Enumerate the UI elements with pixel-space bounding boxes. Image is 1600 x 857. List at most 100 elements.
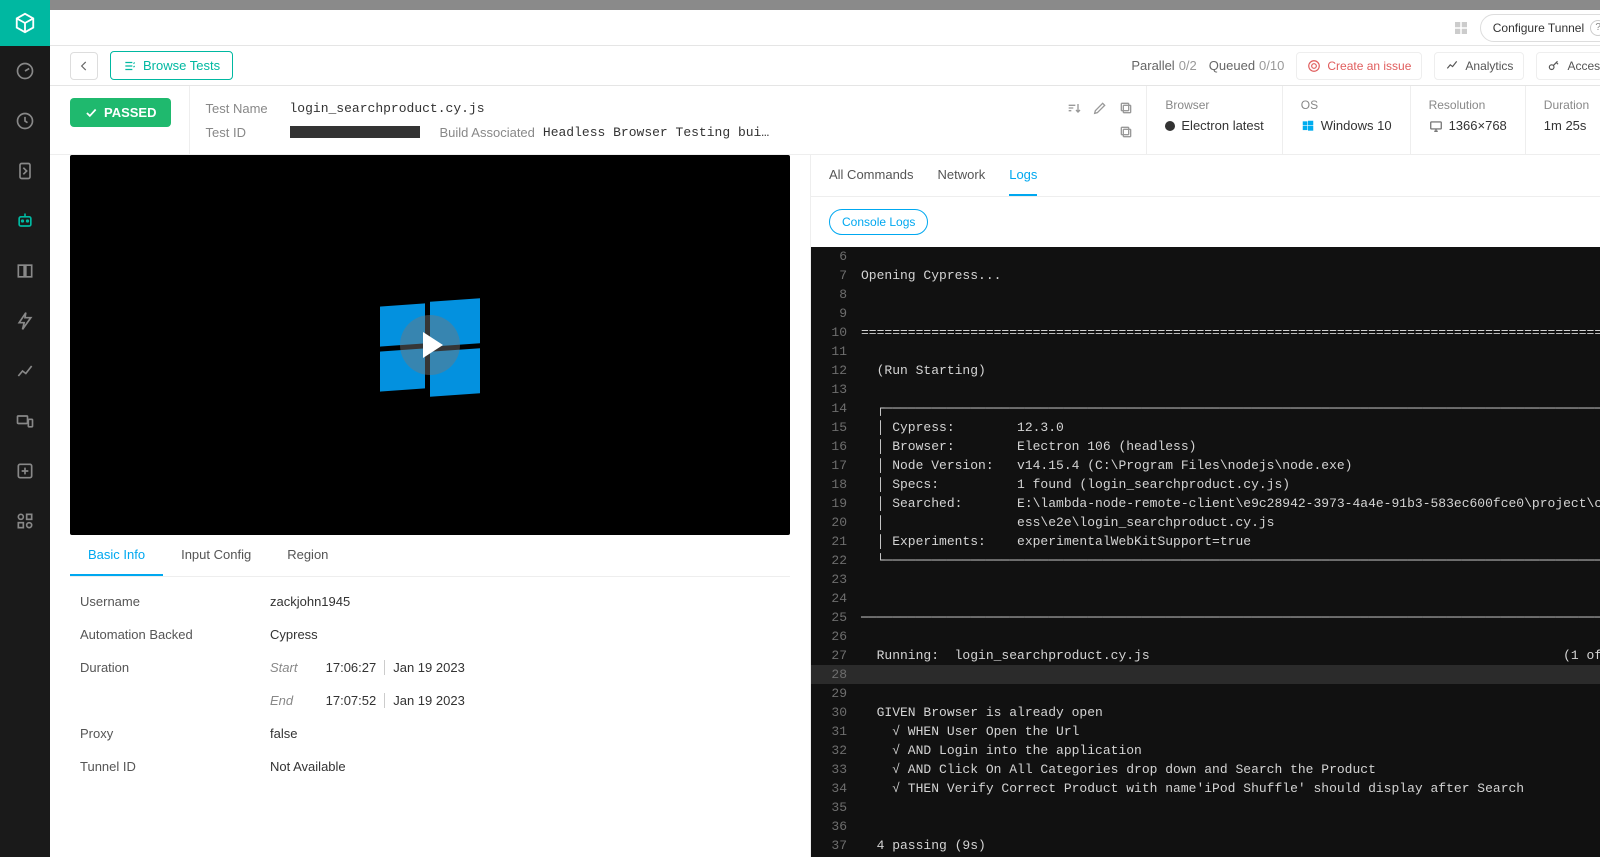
console-line: 25──────────────────────────────────────…	[811, 608, 1600, 627]
duration-label: Duration	[1544, 98, 1589, 112]
end-time: 17:07:52	[326, 693, 377, 708]
proxy-label: Proxy	[80, 726, 270, 741]
tab-network[interactable]: Network	[938, 167, 986, 196]
play-button-icon[interactable]	[400, 315, 460, 375]
logo[interactable]	[0, 0, 50, 46]
windows-icon	[1301, 119, 1315, 133]
queued-stat: Queued0/10	[1209, 58, 1285, 73]
tunnel-label: Tunnel ID	[80, 759, 270, 774]
start-label: Start	[270, 660, 304, 675]
top-gray-bar	[50, 0, 1600, 10]
back-button[interactable]	[70, 52, 98, 80]
build-assoc-label: Build Associated	[440, 125, 535, 140]
console-line: 34 √ THEN Verify Correct Product with na…	[811, 779, 1600, 798]
console-line: 10======================================…	[811, 323, 1600, 342]
console-line: 9	[811, 304, 1600, 323]
tab-region[interactable]: Region	[269, 535, 346, 576]
os-label: OS	[1301, 98, 1392, 112]
browse-tests-label: Browse Tests	[143, 58, 220, 73]
test-name-label: Test Name	[206, 101, 282, 116]
end-date: Jan 19 2023	[393, 693, 465, 708]
console-line: 17 │ Node Version: v14.15.4 (C:\Program …	[811, 456, 1600, 475]
monitor-icon	[1429, 119, 1443, 133]
configure-tunnel-button[interactable]: Configure Tunnel ?	[1480, 14, 1600, 42]
sidebar-realtime[interactable]	[0, 146, 50, 196]
browse-tests-button[interactable]: Browse Tests	[110, 51, 233, 80]
test-id-label: Test ID	[206, 125, 282, 140]
console-line: 7Opening Cypress...	[811, 266, 1600, 285]
sidebar-performance[interactable]	[0, 296, 50, 346]
sidebar	[0, 0, 50, 857]
info-duration-label: Duration	[80, 660, 270, 675]
console-line: 26	[811, 627, 1600, 646]
help-icon: ?	[1590, 20, 1600, 36]
access-key-label: Access Key	[1567, 59, 1600, 73]
console-line: 11	[811, 342, 1600, 361]
console-logs-chip[interactable]: Console Logs	[829, 209, 928, 235]
console-line: 21 │ Experiments: experimentalWebKitSupp…	[811, 532, 1600, 551]
console-line: 37 4 passing (9s)	[811, 836, 1600, 855]
proxy-value: false	[270, 726, 780, 741]
video-player[interactable]	[70, 155, 790, 535]
duration-value: 1m 25s	[1544, 118, 1589, 133]
parallel-stat: Parallel0/2	[1131, 58, 1196, 73]
electron-icon	[1165, 121, 1175, 131]
detail-tabs: Basic Info Input Config Region	[70, 535, 790, 577]
tab-input-config[interactable]: Input Config	[163, 535, 269, 576]
sidebar-integrations[interactable]	[0, 496, 50, 546]
sidebar-history[interactable]	[0, 96, 50, 146]
create-issue-button[interactable]: Create an issue	[1296, 52, 1422, 80]
tab-all-commands[interactable]: All Commands	[829, 167, 914, 196]
start-time: 17:06:27	[326, 660, 377, 675]
topbar: Configure Tunnel ?	[50, 10, 1600, 46]
sort-icon[interactable]	[1066, 100, 1082, 116]
console-line: 6	[811, 247, 1600, 266]
copy-name-icon[interactable]	[1118, 100, 1134, 116]
access-key-button[interactable]: Access Key	[1536, 52, 1600, 80]
end-value: End 17:07:52 Jan 19 2023	[270, 693, 780, 708]
console-line: 36	[811, 817, 1600, 836]
console-line: 14 ┌────────────────────────────────────…	[811, 399, 1600, 418]
edit-icon[interactable]	[1092, 100, 1108, 116]
end-label: End	[270, 693, 304, 708]
browser-label: Browser	[1165, 98, 1263, 112]
basic-info-table: Username zackjohn1945 Automation Backed …	[70, 577, 790, 783]
console-line: 22 └────────────────────────────────────…	[811, 551, 1600, 570]
console-line: 8	[811, 285, 1600, 304]
sidebar-screens[interactable]	[0, 396, 50, 446]
sidebar-dashboard[interactable]	[0, 46, 50, 96]
sidebar-add[interactable]	[0, 446, 50, 496]
status-badge: PASSED	[70, 98, 171, 127]
resolution-label: Resolution	[1429, 98, 1507, 112]
test-id-redacted	[290, 126, 420, 138]
console-output[interactable]: 67Opening Cypress...8910================…	[811, 247, 1600, 857]
automation-label: Automation Backed	[80, 627, 270, 642]
automation-value: Cypress	[270, 627, 780, 642]
console-line: 30 GIVEN Browser is already open	[811, 703, 1600, 722]
tab-basic-info[interactable]: Basic Info	[70, 535, 163, 576]
console-line: 24	[811, 589, 1600, 608]
console-line: 27 Running: login_searchproduct.cy.js (1…	[811, 646, 1600, 665]
sidebar-analytics[interactable]	[0, 346, 50, 396]
console-line: 20 │ ess\e2e\login_searchproduct.cy.js │	[811, 513, 1600, 532]
console-line: 12 (Run Starting)	[811, 361, 1600, 380]
analytics-button[interactable]: Analytics	[1434, 52, 1524, 80]
console-line: 16 │ Browser: Electron 106 (headless) │	[811, 437, 1600, 456]
console-line: 32 √ AND Login into the application	[811, 741, 1600, 760]
apps-grid-icon[interactable]	[1452, 19, 1470, 37]
info-duration-value: Start 17:06:27Jan 19 2023	[270, 660, 780, 675]
console-line: 15 │ Cypress: 12.3.0 │	[811, 418, 1600, 437]
sidebar-automation[interactable]	[0, 196, 50, 246]
analytics-label: Analytics	[1465, 59, 1513, 73]
resolution-value: 1366×768	[1429, 118, 1507, 133]
create-issue-label: Create an issue	[1327, 59, 1411, 73]
username-value: zackjohn1945	[270, 594, 780, 609]
console-line: 33 √ AND Click On All Categories drop do…	[811, 760, 1600, 779]
username-label: Username	[80, 594, 270, 609]
tab-logs[interactable]: Logs	[1009, 167, 1037, 196]
console-line: 29	[811, 684, 1600, 703]
copy-id-icon[interactable]	[1118, 124, 1134, 140]
sidebar-visual[interactable]	[0, 246, 50, 296]
log-tabs: All Commands Network Logs	[811, 155, 1600, 197]
build-assoc-value: Headless Browser Testing bui…	[543, 125, 769, 140]
